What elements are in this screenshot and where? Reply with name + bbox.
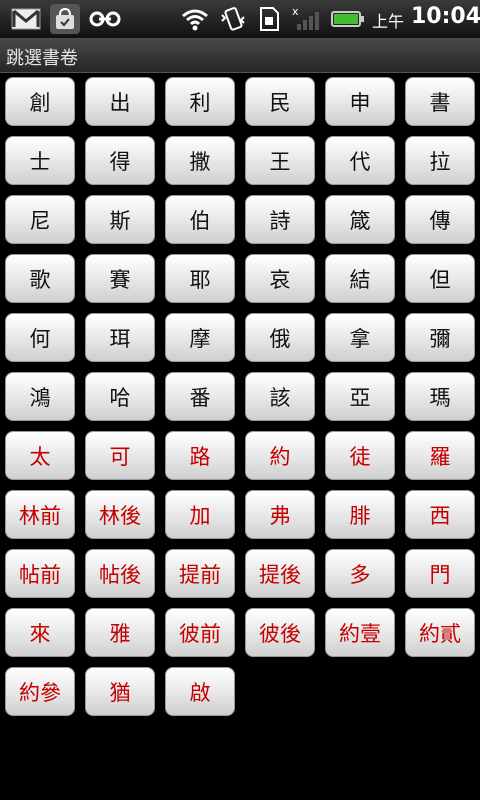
book-button[interactable]: 書 [405, 77, 475, 126]
book-button[interactable]: 弗 [245, 490, 315, 539]
status-clock: 10:04 [411, 4, 480, 29]
book-grid: 創出利民申書士得撒王代拉尼斯伯詩箴傳歌賽耶哀結但何珥摩俄拿彌鴻哈番該亞瑪太可路約… [5, 77, 475, 716]
book-button[interactable]: 亞 [325, 372, 395, 421]
book-button[interactable]: 彼後 [245, 608, 315, 657]
book-button[interactable]: 創 [5, 77, 75, 126]
book-button[interactable]: 哈 [85, 372, 155, 421]
book-button[interactable]: 番 [165, 372, 235, 421]
status-ampm: 上午 [372, 12, 405, 31]
book-button[interactable]: 利 [165, 77, 235, 126]
book-button[interactable]: 太 [5, 431, 75, 480]
book-button[interactable]: 該 [245, 372, 315, 421]
book-button[interactable]: 士 [5, 136, 75, 185]
book-button[interactable]: 鴻 [5, 372, 75, 421]
book-button[interactable]: 耶 [165, 254, 235, 303]
book-button[interactable]: 摩 [165, 313, 235, 362]
book-button[interactable]: 路 [165, 431, 235, 480]
signal-icon: x [290, 4, 322, 34]
book-button[interactable]: 撒 [165, 136, 235, 185]
vibrate-icon [218, 4, 248, 34]
book-button[interactable]: 申 [325, 77, 395, 126]
book-button[interactable]: 約壹 [325, 608, 395, 657]
book-button[interactable]: 代 [325, 136, 395, 185]
book-button[interactable]: 得 [85, 136, 155, 185]
book-button[interactable]: 來 [5, 608, 75, 657]
sd-card-icon [256, 4, 284, 34]
book-button[interactable]: 結 [325, 254, 395, 303]
book-button[interactable]: 拿 [325, 313, 395, 362]
page-title: 跳選書卷 [6, 48, 78, 69]
book-button[interactable]: 徒 [325, 431, 395, 480]
book-button[interactable]: 出 [85, 77, 155, 126]
book-button[interactable]: 王 [245, 136, 315, 185]
book-button[interactable]: 珥 [85, 313, 155, 362]
book-button[interactable]: 民 [245, 77, 315, 126]
title-bar: 跳選書卷 [0, 38, 480, 73]
link-icon [86, 4, 124, 34]
book-button[interactable]: 傳 [405, 195, 475, 244]
book-button[interactable]: 斯 [85, 195, 155, 244]
gmail-icon [8, 4, 44, 34]
book-button[interactable]: 約貳 [405, 608, 475, 657]
book-button[interactable]: 哀 [245, 254, 315, 303]
book-button[interactable]: 歌 [5, 254, 75, 303]
book-button[interactable]: 腓 [325, 490, 395, 539]
book-button[interactable]: 箴 [325, 195, 395, 244]
book-button[interactable]: 賽 [85, 254, 155, 303]
book-button[interactable]: 門 [405, 549, 475, 598]
book-button[interactable]: 俄 [245, 313, 315, 362]
book-button[interactable]: 伯 [165, 195, 235, 244]
book-button[interactable]: 約參 [5, 667, 75, 716]
wifi-icon [180, 4, 210, 34]
svg-text:x: x [292, 6, 299, 18]
book-button[interactable]: 拉 [405, 136, 475, 185]
book-button[interactable]: 西 [405, 490, 475, 539]
book-button[interactable]: 何 [5, 313, 75, 362]
book-button[interactable]: 猶 [85, 667, 155, 716]
book-button[interactable]: 但 [405, 254, 475, 303]
book-button[interactable]: 彼前 [165, 608, 235, 657]
book-button[interactable]: 雅 [85, 608, 155, 657]
book-button[interactable]: 瑪 [405, 372, 475, 421]
book-button[interactable]: 林前 [5, 490, 75, 539]
book-button[interactable]: 提後 [245, 549, 315, 598]
book-button[interactable]: 多 [325, 549, 395, 598]
battery-icon [330, 4, 366, 34]
book-button[interactable]: 彌 [405, 313, 475, 362]
book-button[interactable]: 林後 [85, 490, 155, 539]
book-button[interactable]: 提前 [165, 549, 235, 598]
book-button[interactable]: 加 [165, 490, 235, 539]
status-bar: x 上午 10:04 [0, 0, 480, 38]
book-button[interactable]: 約 [245, 431, 315, 480]
market-icon [50, 4, 80, 34]
book-button[interactable]: 帖後 [85, 549, 155, 598]
book-button[interactable]: 啟 [165, 667, 235, 716]
book-button[interactable]: 可 [85, 431, 155, 480]
book-button[interactable]: 羅 [405, 431, 475, 480]
book-button[interactable]: 帖前 [5, 549, 75, 598]
book-button[interactable]: 尼 [5, 195, 75, 244]
book-button[interactable]: 詩 [245, 195, 315, 244]
